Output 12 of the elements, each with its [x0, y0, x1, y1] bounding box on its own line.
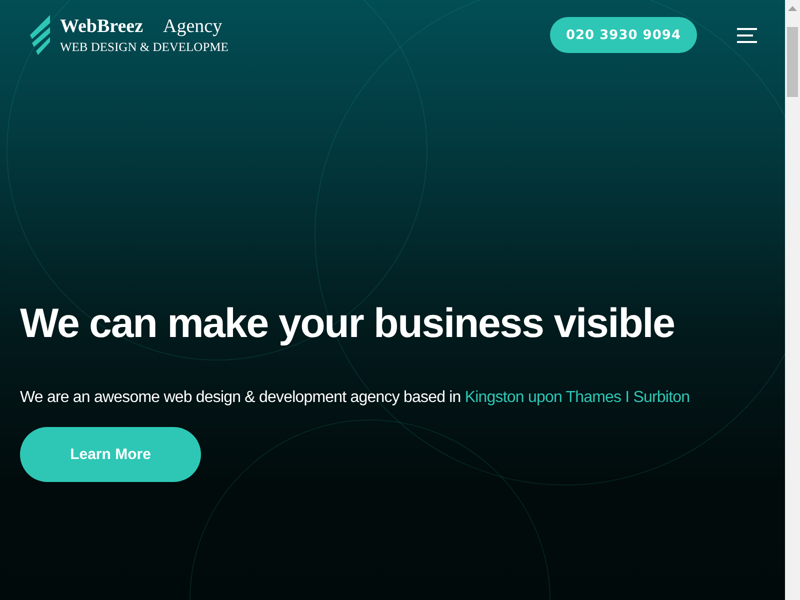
scrollbar-thumb[interactable]	[787, 27, 798, 97]
brand-tagline: WEB DESIGN & DEVELOPME	[60, 40, 230, 54]
location-link[interactable]: Kingston upon Thames I Surbiton	[464, 389, 690, 406]
scrollbar[interactable]	[785, 0, 800, 600]
scroll-up-icon[interactable]	[788, 6, 797, 11]
hero-title: We can make your business visible	[20, 300, 676, 347]
brand-suffix: Agency	[163, 16, 222, 38]
brand-name: WebBreez	[60, 16, 144, 38]
learn-more-button[interactable]: Learn More	[20, 427, 201, 482]
menu-icon[interactable]	[737, 28, 757, 42]
hero-text: We are an awesome web design & development agency based in Kingston upon Thames I Surbiton	[20, 389, 691, 407]
phone-button[interactable]: 020 3930 9094	[550, 17, 697, 53]
